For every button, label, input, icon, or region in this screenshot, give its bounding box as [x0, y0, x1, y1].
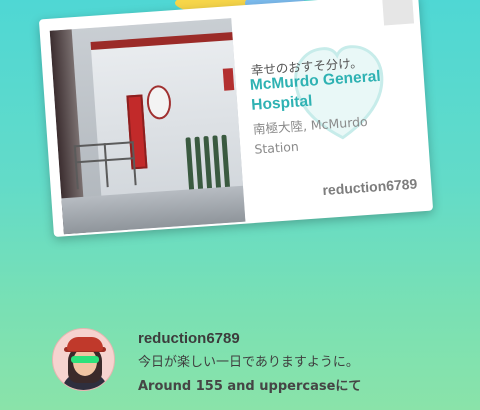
friend-subtitle: Around 155 and uppercaseにて — [138, 379, 362, 394]
card-corner-tab — [382, 0, 415, 26]
postcard-photo — [49, 18, 246, 235]
friend-username: reduction6789 — [138, 330, 240, 347]
postcard[interactable]: 幸せのおすそ分け。 McMurdo General Hospital 南極大陸,… — [38, 0, 434, 237]
avatar-glasses — [71, 356, 99, 363]
friend-avatar[interactable] — [52, 328, 115, 391]
poi-location: 南極大陸, McMurdo Station — [252, 113, 369, 157]
friend-message: 今日が楽しい一日でありますように。 — [138, 355, 359, 370]
postcard-sender: reduction6789 — [321, 175, 418, 199]
avatar-hat — [67, 337, 103, 351]
